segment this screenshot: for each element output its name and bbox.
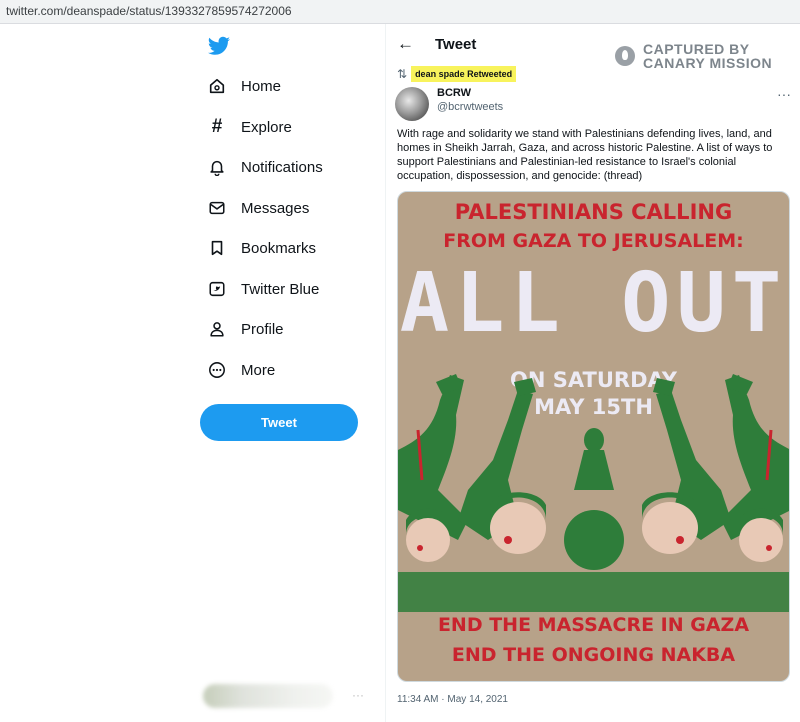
twitter-blue-icon [207,279,227,299]
more-circle-icon [207,360,227,380]
account-switcher[interactable] [203,684,333,708]
watermark-line2: CANARY MISSION [643,55,773,71]
poster-line1: PALESTINIANS CALLING [454,200,733,224]
sidebar-item-label: More [241,361,276,379]
sidebar-item-label: Twitter Blue [241,280,320,298]
poster-headline: ALL OUT [399,256,788,351]
account-more-icon[interactable]: ··· [352,688,364,702]
sidebar-item-bookmarks[interactable]: Bookmarks [207,233,316,263]
back-arrow-icon[interactable]: ← [397,34,414,54]
retweet-context: ⇅ dean spade Retweeted [397,66,517,82]
sidebar-item-explore[interactable]: # Explore [207,112,292,142]
watermark-line1: CAPTURED BY [643,41,750,57]
retweeted-by-label[interactable]: dean spade Retweeted [411,66,517,82]
sidebar-item-messages[interactable]: Messages [207,193,309,223]
poster-bottom1: END THE MASSACRE IN GAZA [437,614,750,636]
envelope-icon [207,198,227,218]
watermark: CAPTURED BY CANARY MISSION [615,42,772,70]
poster-line2: FROM GAZA TO JERUSALEM: [443,230,744,252]
tweet-timestamp[interactable]: 11:34 AM · May 14, 2021 [397,694,508,705]
hashtag-icon: # [211,116,223,137]
sidebar-item-more[interactable]: More [207,355,275,385]
sidebar-item-notifications[interactable]: Notifications [207,152,323,182]
page-title: Tweet [435,36,477,53]
address-bar[interactable]: twitter.com/deanspade/status/13933278595… [0,0,800,24]
tweet-text: With rage and solidarity we stand with P… [397,128,773,182]
sidebar-item-label: Explore [241,118,292,136]
author-name[interactable]: BCRW [437,87,503,99]
avatar[interactable] [395,87,429,121]
tweet-more-icon[interactable]: ··· [777,86,791,102]
sidebar-item-twitter-blue[interactable]: Twitter Blue [207,274,319,304]
sidebar: Home # Explore Notifications Messages Bo… [195,24,375,722]
home-icon [207,76,227,96]
author-handle[interactable]: @bcrwtweets [437,101,503,113]
bell-icon [207,157,227,177]
tweet-image[interactable]: PALESTINIANS CALLING FROM GAZA TO JERUSA… [397,191,790,682]
poster-green-band [398,572,789,612]
tweet-author[interactable]: BCRW @bcrwtweets [395,87,503,121]
retweet-icon: ⇅ [397,67,408,81]
twitter-logo-icon[interactable] [207,34,231,58]
sidebar-item-label: Bookmarks [241,239,317,257]
url-text: twitter.com/deanspade/status/13933278595… [6,4,292,18]
poster-illustration [398,374,789,570]
canary-logo-icon [615,46,635,66]
bookmark-icon [207,238,227,258]
sidebar-item-label: Messages [241,199,310,217]
tweet-compose-button[interactable]: Tweet [200,404,358,441]
sidebar-item-label: Home [241,77,282,95]
sidebar-item-label: Notifications [241,158,323,176]
poster-bottom2: END THE ONGOING NAKBA [451,644,736,666]
tweet-detail: ← Tweet CAPTURED BY CANARY MISSION ⇅ dea… [385,24,800,722]
sidebar-item-home[interactable]: Home [207,71,281,101]
sidebar-item-profile[interactable]: Profile [207,314,284,344]
person-icon [207,319,227,339]
sidebar-item-label: Profile [241,320,284,338]
